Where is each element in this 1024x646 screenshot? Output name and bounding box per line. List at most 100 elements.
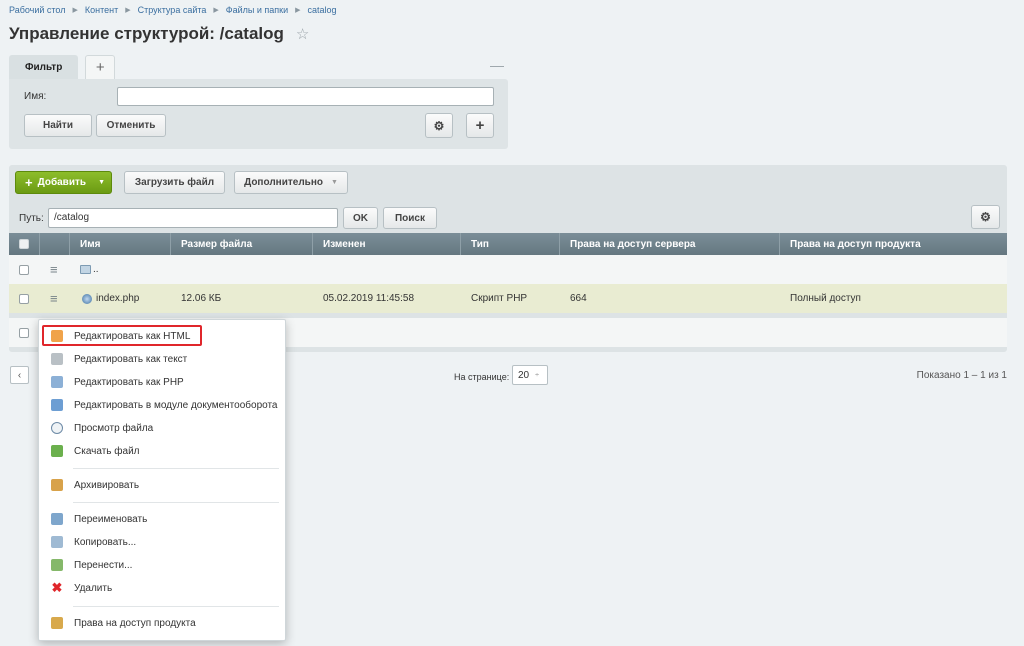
- chevron-down-icon: ▼: [330, 179, 338, 186]
- breadcrumb-item-desktop[interactable]: Рабочий стол: [9, 5, 66, 15]
- breadcrumb-item-content[interactable]: Контент: [85, 5, 118, 15]
- collapse-filter-icon[interactable]: —: [490, 57, 504, 73]
- context-menu: Редактировать как HTML Редактировать как…: [38, 319, 286, 641]
- menu-item-label: Копировать...: [74, 536, 137, 548]
- download-icon: [51, 445, 63, 457]
- plus-icon: +: [25, 175, 33, 190]
- ok-button[interactable]: OK: [343, 207, 378, 229]
- menu-item-label: Архивировать: [74, 479, 140, 491]
- menu-item-label: Просмотр файла: [74, 422, 154, 434]
- add-filter-tab-button[interactable]: +: [85, 55, 116, 79]
- search-button[interactable]: Поиск: [383, 207, 437, 229]
- menu-item-move[interactable]: Перенести...: [39, 554, 287, 576]
- breadcrumb-separator-icon: ▶: [213, 7, 219, 14]
- cancel-button[interactable]: Отменить: [96, 114, 166, 137]
- menu-item-edit-text[interactable]: Редактировать как текст: [39, 348, 287, 370]
- more-button[interactable]: Дополнительно ▼: [234, 171, 348, 194]
- column-header-modified[interactable]: Изменен: [313, 233, 461, 255]
- path-input[interactable]: /catalog: [48, 208, 338, 228]
- row-menu-cell: ≡: [40, 284, 70, 313]
- add-filter-field-button[interactable]: +: [466, 113, 494, 138]
- move-icon: [51, 559, 63, 571]
- per-page-label: На странице:: [454, 372, 510, 382]
- filter-tabs: Фильтр +: [9, 55, 116, 79]
- menu-divider: [73, 468, 279, 469]
- view-icon: [51, 422, 63, 434]
- row-product-rights: Полный доступ: [790, 293, 861, 304]
- table-row[interactable]: ≡ ..: [9, 255, 1007, 284]
- plus-icon: +: [95, 59, 105, 76]
- menu-item-view-file[interactable]: Просмотр файла: [39, 417, 287, 439]
- delete-icon: ✖: [51, 580, 63, 595]
- menu-item-archive[interactable]: Архивировать: [39, 474, 287, 496]
- star-icon[interactable]: ☆: [296, 25, 309, 43]
- menu-item-rename[interactable]: Переименовать: [39, 508, 287, 530]
- filter-settings-button[interactable]: ⚙: [425, 113, 453, 138]
- row-modified: 05.02.2019 11:45:58: [323, 293, 415, 304]
- breadcrumb-item-files-folders[interactable]: Файлы и папки: [226, 5, 288, 15]
- column-header-name[interactable]: Имя: [70, 233, 171, 255]
- column-header-type[interactable]: Тип: [461, 233, 560, 255]
- filter-name-label: Имя:: [24, 91, 47, 102]
- menu-item-label: Редактировать как текст: [74, 353, 188, 365]
- table-settings-button[interactable]: ⚙: [971, 205, 1000, 229]
- filter-name-input[interactable]: [117, 87, 494, 106]
- row-checkbox[interactable]: [19, 293, 29, 304]
- table-header: Имя Размер файла Изменен Тип Права на до…: [9, 233, 1007, 255]
- pager-prev-button[interactable]: ‹: [10, 366, 29, 384]
- chevron-updown-icon: ÷: [535, 371, 539, 379]
- breadcrumb: Рабочий стол ▶ Контент ▶ Структура сайта…: [9, 4, 337, 16]
- row-size: 12.06 КБ: [181, 293, 222, 304]
- menu-item-label: Скачать файл: [74, 445, 140, 457]
- menu-item-label: Права на доступ продукта: [74, 617, 196, 629]
- row-name-cell[interactable]: index.php: [70, 284, 171, 313]
- rights-icon: [51, 617, 63, 629]
- add-button[interactable]: + Добавить ▼: [15, 171, 112, 194]
- per-page-select[interactable]: 20 ÷: [512, 365, 548, 385]
- breadcrumb-item-catalog[interactable]: catalog: [308, 5, 337, 15]
- column-header-server-rights[interactable]: Права на доступ сервера: [560, 233, 780, 255]
- find-button[interactable]: Найти: [24, 114, 92, 137]
- chevron-down-icon: ▼: [98, 179, 105, 186]
- edit-php-icon: [51, 376, 63, 388]
- menu-item-edit-workflow[interactable]: Редактировать в модуле документооборота: [39, 394, 287, 416]
- column-header-product-rights[interactable]: Права на доступ продукта: [780, 233, 1007, 255]
- tab-filter[interactable]: Фильтр: [9, 55, 79, 79]
- row-server-rights: 664: [570, 293, 587, 304]
- page-title: Управление структурой: /catalog ☆: [9, 24, 309, 44]
- copy-icon: [51, 536, 63, 548]
- header-checkbox-cell: [9, 233, 40, 255]
- add-button-label: Добавить: [37, 177, 87, 188]
- path-label: Путь:: [19, 213, 44, 224]
- row-name: ..: [93, 264, 99, 275]
- menu-item-copy[interactable]: Копировать...: [39, 531, 287, 553]
- archive-icon: [51, 479, 63, 491]
- hamburger-icon[interactable]: ≡: [50, 291, 58, 306]
- menu-divider: [73, 606, 279, 607]
- menu-item-label: Перенести...: [74, 559, 133, 571]
- row-checkbox[interactable]: [19, 264, 29, 275]
- menu-item-edit-php[interactable]: Редактировать как PHP: [39, 371, 287, 393]
- breadcrumb-separator-icon: ▶: [72, 7, 78, 14]
- rename-icon: [51, 513, 63, 525]
- menu-item-label: Переименовать: [74, 513, 148, 525]
- menu-item-label: Редактировать в модуле документооборота: [74, 399, 278, 411]
- row-type: Скрипт PHP: [471, 293, 528, 304]
- gear-icon: ⚙: [433, 118, 445, 133]
- menu-item-download[interactable]: Скачать файл: [39, 440, 287, 462]
- per-page-value: 20: [518, 369, 530, 381]
- highlight-box: [42, 325, 202, 346]
- row-name-cell[interactable]: ..: [70, 255, 171, 284]
- menu-item-product-rights[interactable]: Права на доступ продукта: [39, 612, 287, 634]
- menu-item-label: Редактировать как PHP: [74, 376, 184, 388]
- table-row[interactable]: ≡ index.php 12.06 КБ 05.02.2019 11:45:58…: [9, 284, 1007, 313]
- upload-file-button[interactable]: Загрузить файл: [124, 171, 225, 194]
- footer-checkbox[interactable]: [19, 327, 29, 338]
- filter-panel: Имя: Найти Отменить ⚙ +: [9, 79, 508, 149]
- menu-item-delete[interactable]: ✖ Удалить: [39, 577, 287, 599]
- gear-icon: ⚙: [980, 210, 991, 224]
- column-header-size[interactable]: Размер файла: [171, 233, 313, 255]
- hamburger-icon[interactable]: ≡: [50, 262, 58, 277]
- select-all-checkbox[interactable]: [19, 239, 29, 249]
- breadcrumb-item-site-structure[interactable]: Структура сайта: [138, 5, 207, 15]
